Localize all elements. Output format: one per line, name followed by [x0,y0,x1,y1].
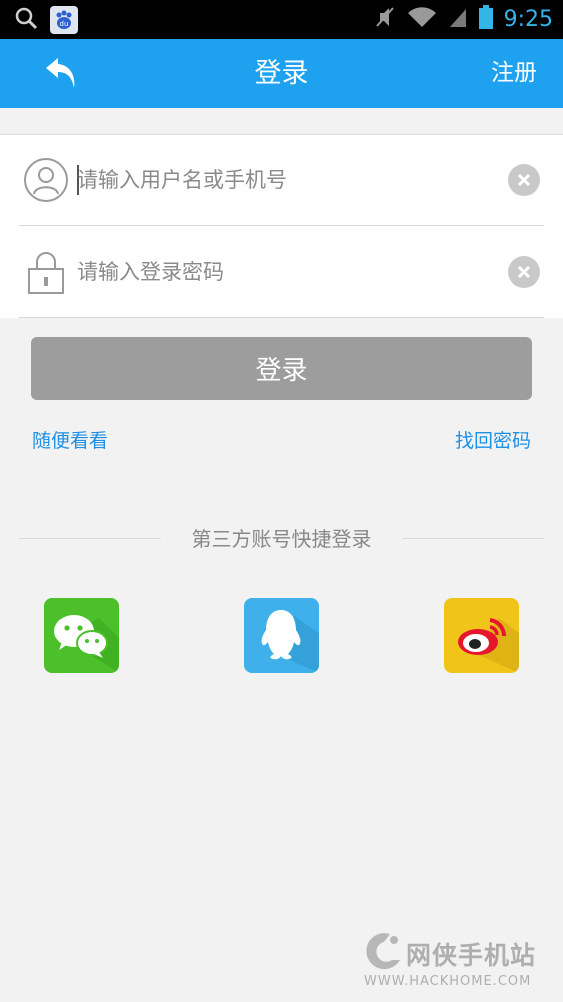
watermark-text: 网侠手机站 [406,941,537,970]
baidu-icon[interactable]: du [50,6,78,34]
clear-password-button[interactable] [508,256,540,288]
watermark: 网侠手机站 WWW.HACKHOME.COM [360,928,555,998]
third-party-heading: 第三方账号快捷登录 [191,527,372,551]
battery-icon [478,4,494,34]
username-row [19,135,544,226]
watermark-url: WWW.HACKHOME.COM [364,974,532,989]
weibo-icon [458,618,519,673]
login-button[interactable]: 登录 [31,337,532,400]
register-button[interactable]: 注册 [491,39,537,108]
username-input[interactable] [77,157,487,203]
watermark-logo-icon [366,933,400,970]
search-icon[interactable] [14,6,38,34]
mute-icon [374,5,396,33]
clear-username-button[interactable] [508,164,540,196]
weibo-login-button[interactable] [444,598,519,673]
wechat-icon [54,615,119,673]
text-cursor [77,165,79,195]
close-icon [517,265,531,279]
forgot-password-link[interactable]: 找回密码 [455,426,531,453]
status-bar: du 9:25 [0,0,563,39]
password-input[interactable] [77,249,487,295]
third-party-divider: 第三方账号快捷登录 [19,522,544,556]
back-arrow-icon [46,58,75,88]
password-row [19,227,544,318]
signal-icon [448,5,468,33]
wifi-icon [406,5,438,33]
title-bar: 登录 注册 [0,39,563,108]
user-icon [23,157,69,203]
qq-penguin-icon [261,610,319,673]
browse-link[interactable]: 随便看看 [32,426,108,453]
status-time: 9:25 [503,6,553,32]
back-button[interactable] [36,51,86,97]
wechat-login-button[interactable] [44,598,119,673]
lock-icon [23,249,69,295]
svg-text:du: du [60,20,69,28]
close-icon [517,173,531,187]
qq-login-button[interactable] [244,598,319,673]
login-form [0,134,563,318]
divider-line [402,538,544,539]
